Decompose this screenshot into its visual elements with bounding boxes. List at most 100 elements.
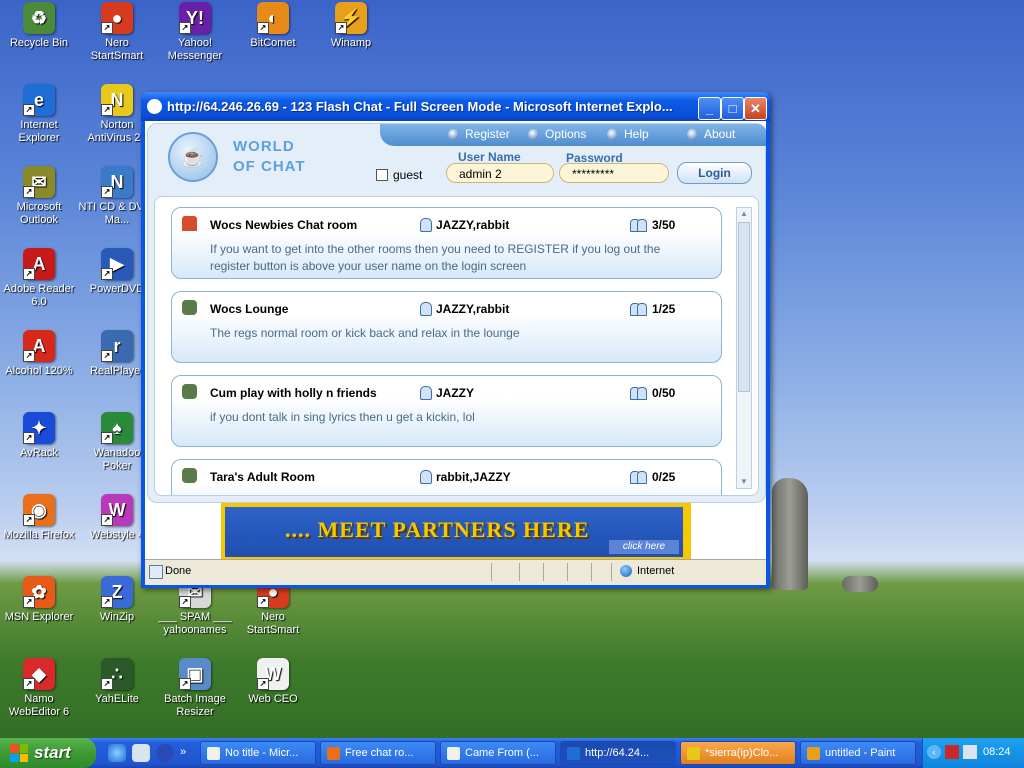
ie-icon [147, 99, 162, 114]
task-app-icon [567, 747, 580, 760]
app-icon: ♠ ↗ [101, 412, 133, 444]
ad-banner[interactable]: .... MEET PARTNERS HERE click here [221, 503, 691, 559]
room-card[interactable]: Wocs Lounge JAZZY,rabbit 1/25 The regs norm… [171, 291, 722, 363]
group-icon [630, 471, 647, 484]
room-count: 1/25 [630, 302, 675, 316]
nav-dot-icon [607, 128, 618, 140]
nav-dot-icon [528, 128, 539, 140]
quicklaunch-expand-icon[interactable]: » [180, 746, 186, 758]
room-users-text: JAZZY,rabbit [436, 218, 510, 232]
desktop-icon-internet-explorer[interactable]: e ↗ Internet Explorer [0, 84, 78, 145]
status-text: Done [165, 565, 192, 577]
guest-option[interactable]: guest [376, 168, 422, 182]
guest-checkbox[interactable] [376, 169, 388, 181]
shortcut-arrow-icon: ↗ [257, 596, 269, 608]
close-icon: ✕ [750, 100, 761, 116]
room-card[interactable]: Cum play with holly n friends JAZZY 0/50 if… [171, 375, 722, 447]
room-count-text: 3/50 [652, 218, 676, 232]
tray-app-icon[interactable] [945, 745, 959, 759]
desktop-icon-yahoo-messenger[interactable]: Y! ↗ Yahoo! Messenger [156, 2, 234, 63]
tray-expand-icon[interactable]: ‹ [927, 745, 941, 759]
app-icon: e ↗ [23, 84, 55, 116]
status-divider [567, 563, 568, 581]
taskbar-button[interactable]: No title - Micr... [200, 741, 316, 765]
clock[interactable]: 08:24 [983, 746, 1011, 758]
desktop-icon-yahelite[interactable]: ∴ ↗ YahELite [78, 658, 156, 706]
app-icon: ⚡ ↗ [335, 2, 367, 34]
shortcut-arrow-icon: ↗ [23, 268, 35, 280]
desktop-icon-label: WinZip [99, 611, 135, 623]
taskbar-button[interactable]: http://64.24... [560, 741, 676, 765]
chat-logo: WORLD OF CHAT [233, 137, 306, 177]
desktop-icon-label: ___ SPAM ___ yahoonames [158, 611, 232, 636]
password-field[interactable]: ********* [559, 163, 669, 183]
taskbar-button[interactable]: untitled - Paint [800, 741, 916, 765]
group-icon [630, 303, 647, 316]
desktop-icon-recycle-bin[interactable]: ♻ Recycle Bin [0, 2, 78, 50]
nav-options[interactable]: Options [528, 127, 586, 141]
shortcut-arrow-icon: ↗ [257, 678, 269, 690]
maximize-button[interactable]: □ [721, 97, 744, 120]
desktop-icon-label: Web CEO [248, 693, 298, 705]
nav-dot-icon [448, 128, 459, 140]
nav-label: Options [545, 127, 587, 141]
shortcut-arrow-icon: ↗ [179, 596, 191, 608]
shortcut-arrow-icon: ↗ [101, 22, 113, 34]
app-icon: ◉ ↗ [23, 494, 55, 526]
ad-click-here[interactable]: click here [609, 540, 679, 554]
taskbar-button[interactable]: Free chat ro... [320, 741, 436, 765]
task-label: Came From (... [465, 747, 539, 759]
desktop-icon-msn-explorer[interactable]: ✿ ↗ MSN Explorer [0, 576, 78, 624]
desktop-icon-bitcomet[interactable]: ◐ ↗ BitComet [234, 2, 312, 50]
desktop-icon-microsoft-outlook[interactable]: ✉ ↗ Microsoft Outlook [0, 166, 78, 227]
desktop-icon-web-ceo[interactable]: W ↗ Web CEO [234, 658, 312, 706]
desktop-icon-alcohol-120[interactable]: A ↗ Alcohol 120% [0, 330, 78, 378]
desktop-icon-batch-image-resizer[interactable]: ▣ ↗ Batch Image Resizer [156, 658, 234, 719]
quicklaunch-show-desktop-icon[interactable] [132, 744, 150, 762]
close-button[interactable]: ✕ [744, 97, 767, 120]
desktop-icon-namo-webeditor-6[interactable]: ◆ ↗ Namo WebEditor 6 [0, 658, 78, 719]
shortcut-arrow-icon: ↗ [101, 350, 113, 362]
taskbar-button[interactable]: *sierra(ip)Clo... [680, 741, 796, 765]
desktop-icon-label: Winamp [330, 37, 372, 49]
desktop-icon-label: Mozilla Firefox [3, 529, 75, 541]
username-field[interactable]: admin 2 [446, 163, 554, 183]
room-card[interactable]: Wocs Newbies Chat room JAZZY,rabbit 3/50 If… [171, 207, 722, 279]
desktop-icon-nero-startsmart[interactable]: ● ↗ Nero StartSmart [78, 2, 156, 63]
room-card[interactable]: Tara's Adult Room rabbit,JAZZY 0/25 [171, 459, 722, 495]
room-list-scrollbar[interactable]: ▲ ▼ [736, 207, 752, 489]
minimize-button[interactable]: _ [698, 97, 721, 120]
quicklaunch-ie-icon[interactable] [108, 744, 126, 762]
room-name: Wocs Lounge [210, 302, 289, 316]
desktop-icon-label: Nero StartSmart [90, 37, 144, 62]
title-bar[interactable]: http://64.246.26.69 - 123 Flash Chat - F… [141, 92, 770, 121]
shortcut-arrow-icon: ↗ [257, 22, 269, 34]
desktop-icon-mozilla-firefox[interactable]: ◉ ↗ Mozilla Firefox [0, 494, 78, 542]
login-button[interactable]: Login [677, 162, 752, 184]
app-icon: ♻ [23, 2, 55, 34]
shortcut-arrow-icon: ↗ [23, 186, 35, 198]
nav-about[interactable]: About [687, 127, 735, 141]
taskbar-button[interactable]: Came From (... [440, 741, 556, 765]
browser-window: http://64.246.26.69 - 123 Flash Chat - F… [141, 92, 770, 588]
group-icon [630, 219, 647, 232]
quicklaunch-media-icon[interactable] [156, 744, 174, 762]
nav-dot-icon [687, 128, 698, 140]
scroll-down-icon[interactable]: ▼ [737, 476, 751, 488]
desktop-icon-winamp[interactable]: ⚡ ↗ Winamp [312, 2, 390, 50]
shortcut-arrow-icon: ↗ [179, 22, 191, 34]
scroll-thumb[interactable] [738, 222, 750, 392]
tray-network-icon[interactable] [963, 745, 977, 759]
start-button[interactable]: start [0, 738, 96, 768]
shortcut-arrow-icon: ↗ [23, 678, 35, 690]
nav-register[interactable]: Register [448, 127, 510, 141]
desktop-icon-label: Nero StartSmart [246, 611, 300, 636]
desktop-icon-avrack[interactable]: ✦ ↗ AvRack [0, 412, 78, 460]
app-icon: A ↗ [23, 330, 55, 362]
desktop-icon-adobe-reader-6-0[interactable]: A ↗ Adobe Reader 6.0 [0, 248, 78, 309]
desktop-icon-label: Internet Explorer [18, 119, 60, 144]
nav-help[interactable]: Help [607, 127, 649, 141]
scroll-up-icon[interactable]: ▲ [737, 208, 751, 220]
task-label: http://64.24... [585, 747, 650, 759]
app-icon: N ↗ [101, 84, 133, 116]
